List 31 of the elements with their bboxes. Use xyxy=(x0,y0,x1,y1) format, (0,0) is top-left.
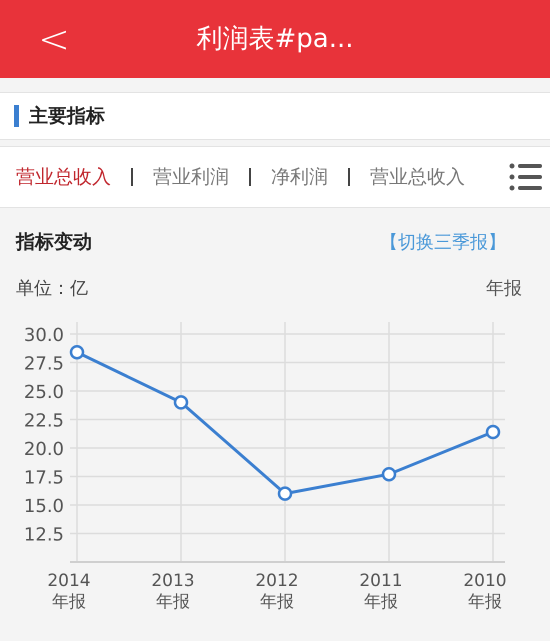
x-tick-label: 2012 年报 xyxy=(255,570,299,612)
switch-report-link[interactable]: 【切换三季报】 xyxy=(380,228,506,256)
data-point xyxy=(174,394,188,410)
section-marker xyxy=(14,105,19,127)
tab[interactable]: 营业总收入 xyxy=(16,162,111,192)
data-point xyxy=(486,424,500,439)
section-title: 主要指标 xyxy=(29,104,105,129)
y-tick-label: 17.5 xyxy=(24,467,64,488)
y-tick-label: 20.0 xyxy=(24,438,64,460)
menu-icon[interactable] xyxy=(509,162,543,192)
tab[interactable]: 营业利润 xyxy=(153,162,229,192)
data-point xyxy=(278,486,292,500)
x-tick-label: 2014 年报 xyxy=(47,570,91,612)
x-tick-label: 2011 年报 xyxy=(359,570,403,612)
y-tick-label: 12.5 xyxy=(24,524,64,545)
data-point xyxy=(382,466,396,481)
back-button[interactable]: < xyxy=(34,17,74,61)
unit-label: 单位：亿 xyxy=(16,276,88,300)
tab[interactable]: 营业总收入 xyxy=(370,162,465,192)
y-tick-label: 25.0 xyxy=(24,382,64,402)
indicator-title: 指标变动 xyxy=(16,230,92,255)
x-tick-label: 2013 年报 xyxy=(151,570,195,612)
y-tick-label: 15.0 xyxy=(24,496,64,516)
y-tick-label: 27.5 xyxy=(24,353,64,374)
tab[interactable]: 净利润 xyxy=(271,162,328,192)
data-point xyxy=(70,344,84,359)
period-label: 年报 xyxy=(486,276,522,300)
y-tick-label: 22.5 xyxy=(24,410,64,431)
page-title: 利润表#pa... xyxy=(196,22,354,56)
y-tick-label: 30.0 xyxy=(24,324,64,346)
x-tick-label: 2010 年报 xyxy=(463,570,507,612)
